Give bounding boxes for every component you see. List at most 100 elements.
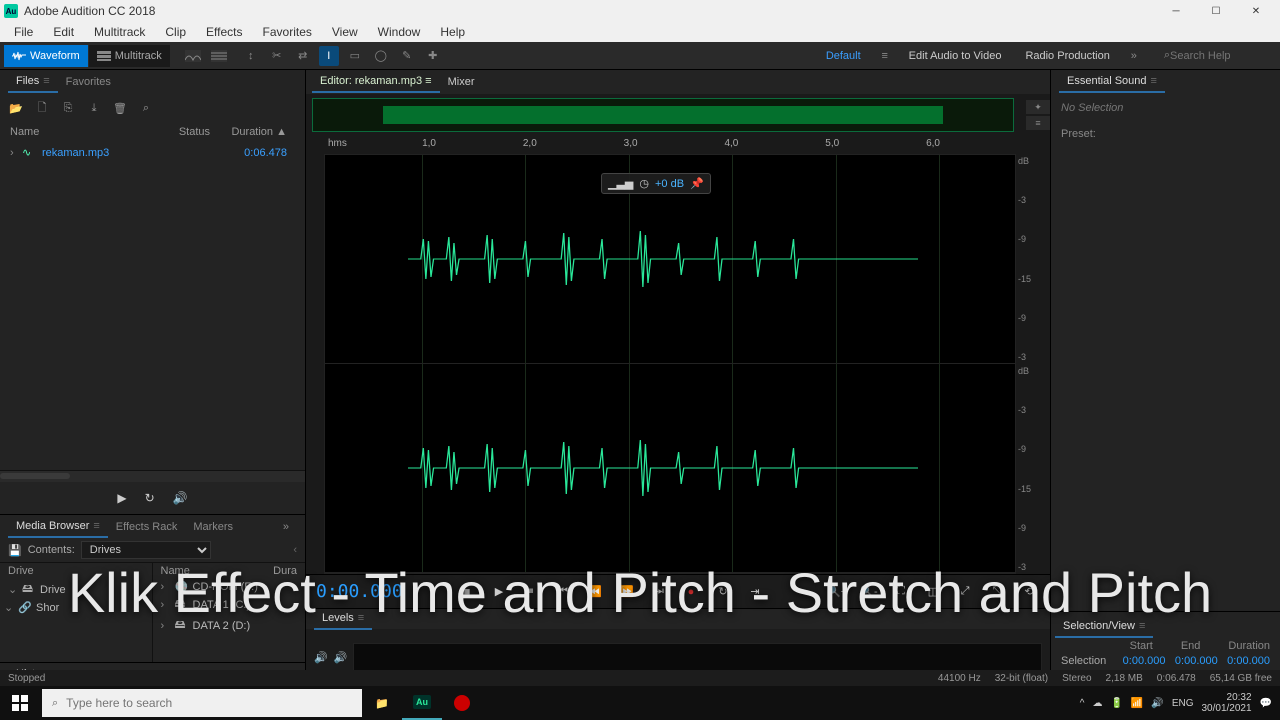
tree-row[interactable]: ›🖴DATA 1 (C:) [153,594,306,615]
open-file-icon[interactable]: 📂 [8,100,24,116]
menu-edit[interactable]: Edit [43,23,84,41]
levels-left-icon[interactable]: 🔊 [314,651,328,664]
preview-play-icon[interactable]: ▶ [117,491,126,505]
col-status[interactable]: Status [160,126,210,138]
hud-pin-icon[interactable]: 📌 [690,177,704,190]
multitrack-mode-button[interactable]: Multitrack [89,45,170,67]
workspace-menu-icon[interactable]: ≡ [875,46,895,66]
col-dura[interactable]: Dura [273,565,297,577]
file-row[interactable]: › ∿ rekaman.mp3 0:06.478 [0,144,305,161]
tab-mixer[interactable]: Mixer [440,72,483,92]
waveform-canvas[interactable]: 🎧 ▁▃▅ ◷ +0 dB 📌 L R [324,154,1016,574]
start-button[interactable] [0,686,40,720]
sel-start[interactable]: 0:00.000 [1113,655,1165,667]
pause-button[interactable]: ⏸ [520,581,542,603]
spectral-freq-icon[interactable] [183,46,203,66]
preview-loop-icon[interactable]: ↻ [145,491,155,505]
move-tool-icon[interactable]: ↕ [241,46,261,66]
skip-button[interactable]: ⇥ [744,581,766,603]
tab-levels[interactable]: Levels≡ [314,608,372,630]
zoom-sel-icon[interactable]: ◫ [922,581,944,603]
stop-button[interactable]: ■ [456,581,478,603]
menu-view[interactable]: View [322,23,368,41]
level-meter[interactable]: dB -57-54-51-48-45-42-39-36-33-30-27-24-… [353,643,1042,673]
tab-media-browser[interactable]: Media Browser≡ [8,516,108,538]
time-ruler[interactable]: hms 1,0 2,0 3,0 4,0 5,0 6,0 [328,136,1000,154]
insert-icon[interactable]: ⤓ [86,100,102,116]
menu-clip[interactable]: Clip [155,23,196,41]
tray-onedrive-icon[interactable]: ☁ [1092,698,1102,709]
workspace-edit-av[interactable]: Edit Audio to Video [899,47,1012,65]
zoom-out-icon[interactable]: 🔍- [858,581,880,603]
menu-multitrack[interactable]: Multitrack [84,23,155,41]
slip-tool-icon[interactable]: ⇄ [293,46,313,66]
marquee-tool-icon[interactable]: ▭ [345,46,365,66]
new-file-icon[interactable]: 🗋 [34,100,50,116]
end-button[interactable]: ⏭ [648,581,670,603]
tree-shortcut-row[interactable]: ⌄🔗Shor [0,600,152,615]
heal-tool-icon[interactable]: ✚ [423,46,443,66]
menu-file[interactable]: File [4,23,43,41]
task-explorer-icon[interactable]: 📁 [362,686,402,720]
delete-icon[interactable]: 🗑 [112,100,128,116]
overview-freq-icon[interactable]: ✦ [1026,100,1050,114]
tab-effects-rack[interactable]: Effects Rack [108,517,186,537]
minimize-button[interactable]: ─ [1156,0,1196,22]
zoom-full-icon[interactable]: ⛶ [890,581,912,603]
zoom-reset-icon[interactable]: ⟲ [1018,581,1040,603]
ffwd-button[interactable]: ⏩ [616,581,638,603]
import-icon[interactable]: ⎘ [60,100,76,116]
task-audition-icon[interactable]: Au [402,686,442,720]
contents-select[interactable]: Drives [81,541,211,559]
col-duration[interactable]: Duration ▲ [210,126,295,138]
panel-overflow-icon[interactable]: » [275,517,297,537]
spectral-pitch-icon[interactable] [209,46,229,66]
close-button[interactable]: ✕ [1236,0,1276,22]
play-button[interactable]: ▶ [488,581,510,603]
tray-volume-icon[interactable]: 🔊 [1151,698,1163,709]
tray-lang[interactable]: ENG [1172,698,1194,709]
col-drive[interactable]: Drive [8,565,34,577]
tray-battery-icon[interactable]: 🔋 [1110,698,1122,709]
levels-right-icon[interactable]: 🔊 [334,651,348,664]
sel-end[interactable]: 0:00.000 [1166,655,1218,667]
tree-row[interactable]: ›💿CD-ROM (F:) [153,579,306,594]
col-name[interactable]: Name [10,126,160,138]
time-select-tool-icon[interactable]: I [319,46,339,66]
loop-button[interactable]: ↻ [712,581,734,603]
waveform-mode-button[interactable]: Waveform [4,45,88,67]
lasso-tool-icon[interactable]: ◯ [371,46,391,66]
col-name2[interactable]: Name [161,565,274,577]
drive-icon[interactable]: 💾 [8,544,22,557]
rewind-button[interactable]: ⏪ [584,581,606,603]
task-record-icon[interactable] [442,686,482,720]
tree-row[interactable]: ›🖴DATA 2 (D:) [153,615,306,636]
search-files-icon[interactable]: ⌕ [138,100,154,116]
maximize-button[interactable]: ☐ [1196,0,1236,22]
menu-window[interactable]: Window [368,23,431,41]
editor-menu-icon[interactable]: ≡ [425,75,431,87]
tray-wifi-icon[interactable]: 📶 [1131,698,1143,709]
taskbar-search-input[interactable] [66,696,352,710]
overview-wave-icon[interactable]: ≡ [1026,116,1050,130]
chevron-left-icon[interactable]: ‹ [293,544,297,556]
zoom-out-time-icon[interactable]: ⤡ [986,581,1008,603]
chevron-right-icon[interactable]: › [10,147,22,159]
tree-drive-row[interactable]: ⌄🖴Drive [0,579,152,600]
tab-favorites[interactable]: Favorites [58,72,119,92]
hud-overlay[interactable]: ▁▃▅ ◷ +0 dB 📌 [601,173,711,194]
workspace-radio[interactable]: Radio Production [1015,47,1119,65]
sel-dur[interactable]: 0:00.000 [1218,655,1270,667]
tray-notifications-icon[interactable]: 💬 [1260,698,1272,709]
tray-up-icon[interactable]: ^ [1080,698,1085,709]
tab-editor[interactable]: Editor: rekaman.mp3 ≡ [312,71,440,93]
files-scrollbar[interactable] [0,470,305,482]
menu-help[interactable]: Help [430,23,475,41]
brush-tool-icon[interactable]: ✎ [397,46,417,66]
zoom-in-time-icon[interactable]: ⤢ [954,581,976,603]
preview-autoplay-icon[interactable]: 🔊 [173,491,188,505]
overview-bar[interactable] [312,98,1014,132]
timecode[interactable]: 0:00.000 [316,581,456,602]
help-search-input[interactable] [1170,50,1270,62]
menu-effects[interactable]: Effects [196,23,252,41]
